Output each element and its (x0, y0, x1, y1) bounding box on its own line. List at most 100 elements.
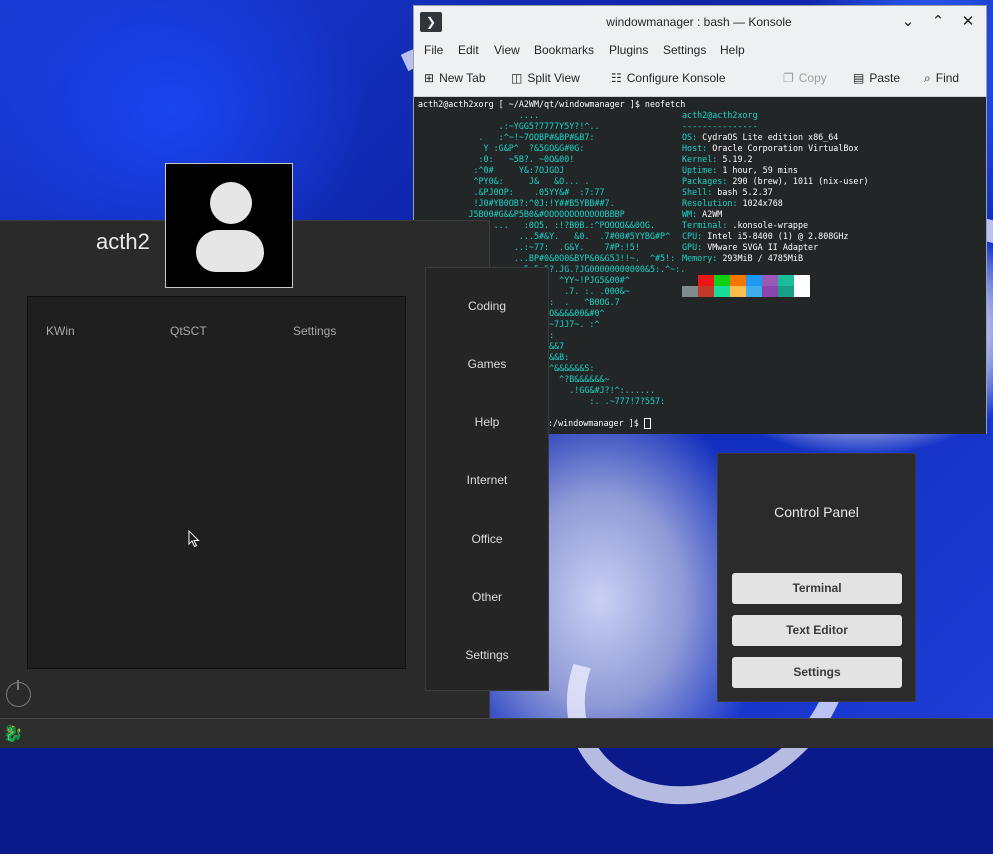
neofetch-info-line: Uptime: 1 hour, 59 mins (682, 165, 869, 176)
close-icon[interactable]: ✕ (958, 12, 978, 32)
configure-konsole-button[interactable]: ☷ Configure Konsole (611, 71, 726, 85)
text-editor-button[interactable]: Text Editor (732, 615, 902, 646)
neofetch-info-line: GPU: VMware SVGA II Adapter (682, 242, 869, 253)
info-label: Memory: (682, 253, 723, 263)
new-tab-icon: ⊞ (424, 71, 435, 85)
taskbar: 🐉 (0, 718, 993, 748)
color-swatch (714, 275, 730, 286)
neofetch-info-line: Terminal: .konsole-wrappe (682, 220, 869, 231)
info-label: Terminal: (682, 220, 733, 230)
color-swatch (698, 286, 714, 297)
menu-bookmarks[interactable]: Bookmarks (534, 43, 594, 57)
category-help[interactable]: Help (426, 415, 548, 429)
color-swatch (778, 286, 794, 297)
color-swatch (746, 275, 762, 286)
settings-button[interactable]: Settings (732, 657, 902, 688)
split-view-icon: ◫ (511, 71, 523, 85)
color-swatch (730, 275, 746, 286)
info-value: VMware SVGA II Adapter (707, 242, 819, 252)
user-icon-body (196, 230, 264, 272)
info-label: Kernel: (682, 154, 723, 164)
app-launcher-panel: acth2 KWin QtSCT Settings (0, 220, 490, 719)
search-icon: ⌕ (924, 71, 931, 85)
neofetch-info-line: Kernel: 5.19.2 (682, 154, 869, 165)
prompt-end: :/windowmanager ]$ (548, 418, 651, 429)
info-label: Resolution: (682, 198, 743, 208)
title-bar[interactable]: ❯ windowmanager : bash — Konsole ⌄ ⌃ ✕ (414, 6, 986, 38)
maximize-icon[interactable]: ⌃ (928, 12, 948, 32)
info-value: 5.19.2 (722, 154, 753, 164)
neofetch-info-line: WM: A2WM (682, 209, 869, 220)
start-menu-icon[interactable]: 🐉 (3, 725, 23, 745)
category-list: Coding Games Help Internet Office Other … (425, 267, 549, 691)
info-value: 1024x768 (742, 198, 783, 208)
swatch-row-bottom (682, 286, 810, 297)
split-view-button[interactable]: ◫ Split View (511, 71, 580, 85)
category-games[interactable]: Games (426, 357, 548, 371)
neofetch-info-line: Packages: 290 (brew), 1011 (nix-user) (682, 176, 869, 187)
info-value: --------------- (682, 121, 758, 131)
favorites-area: KWin QtSCT Settings (27, 296, 406, 669)
info-label: Packages: (682, 176, 733, 186)
info-label: OS: (682, 132, 703, 142)
swatch-row-top (682, 275, 810, 286)
neofetch-info: acth2@acth2xorg --------------- OS: CydraO… (682, 110, 869, 264)
copy-button[interactable]: ❐ Copy (783, 71, 827, 85)
power-icon[interactable] (6, 680, 31, 707)
color-swatch (762, 275, 778, 286)
avatar (165, 163, 293, 288)
category-office[interactable]: Office (426, 532, 548, 546)
info-value: CydraOS Lite edition x86_64 (702, 132, 839, 142)
terminal-button[interactable]: Terminal (732, 573, 902, 604)
info-value: bash 5.2.37 (717, 187, 773, 197)
info-value: 1 hour, 59 mins (722, 165, 798, 175)
menu-edit[interactable]: Edit (458, 43, 479, 57)
paste-icon: ▤ (853, 71, 865, 85)
color-swatch (746, 286, 762, 297)
neofetch-info-line: Host: Oracle Corporation VirtualBox (682, 143, 869, 154)
menu-file[interactable]: File (424, 43, 443, 57)
info-label: Uptime: (682, 165, 723, 175)
info-value: 290 (brew), 1011 (nix-user) (732, 176, 869, 186)
find-button[interactable]: ⌕ Find (924, 71, 959, 86)
control-panel-title: Control Panel (774, 504, 859, 520)
category-internet[interactable]: Internet (426, 473, 548, 487)
copy-icon: ❐ (783, 71, 794, 85)
color-swatch (794, 275, 810, 286)
neofetch-info-line: OS: CydraOS Lite edition x86_64 (682, 132, 869, 143)
prompt-line: acth2@acth2xorg [ ~/A2WM/qt/windowmanage… (418, 99, 686, 109)
info-label: Host: (682, 143, 713, 153)
window-title: windowmanager : bash — Konsole (606, 15, 792, 29)
terminal-cursor (643, 418, 651, 429)
paste-button[interactable]: ▤ Paste (853, 71, 900, 85)
toolbar: ⊞ New Tab ◫ Split View ☷ Configure Konsole … (414, 63, 986, 97)
info-value: Oracle Corporation VirtualBox (712, 143, 859, 153)
favorite-settings[interactable]: Settings (293, 324, 336, 338)
mouse-pointer-icon (188, 530, 200, 548)
menu-settings[interactable]: Settings (663, 43, 706, 57)
info-label: Shell: (682, 187, 718, 197)
menu-plugins[interactable]: Plugins (609, 43, 648, 57)
menu-view[interactable]: View (494, 43, 520, 57)
category-other[interactable]: Other (426, 590, 548, 604)
favorite-kwin[interactable]: KWin (46, 324, 75, 338)
user-icon-head (210, 182, 252, 224)
color-swatch (698, 275, 714, 286)
minimize-icon[interactable]: ⌄ (898, 12, 918, 32)
configure-icon: ☷ (611, 71, 622, 85)
control-panel: Control Panel Terminal Text Editor Setti… (717, 453, 916, 702)
category-coding[interactable]: Coding (426, 299, 548, 313)
username-label: acth2 (96, 229, 150, 254)
favorite-qtsct[interactable]: QtSCT (170, 324, 207, 338)
new-tab-button[interactable]: ⊞ New Tab (424, 71, 486, 85)
info-label: WM: (682, 209, 703, 219)
info-label: GPU: (682, 242, 708, 252)
menu-help[interactable]: Help (720, 43, 745, 57)
neofetch-info-line: Resolution: 1024x768 (682, 198, 869, 209)
category-settings[interactable]: Settings (426, 648, 548, 662)
info-value: acth2@acth2xorg (682, 110, 758, 120)
neofetch-info-line: --------------- (682, 121, 869, 132)
neofetch-info-line: Memory: 293MiB / 4785MiB (682, 253, 869, 264)
info-value: 293MiB / 4785MiB (722, 253, 804, 263)
color-swatch (794, 286, 810, 297)
